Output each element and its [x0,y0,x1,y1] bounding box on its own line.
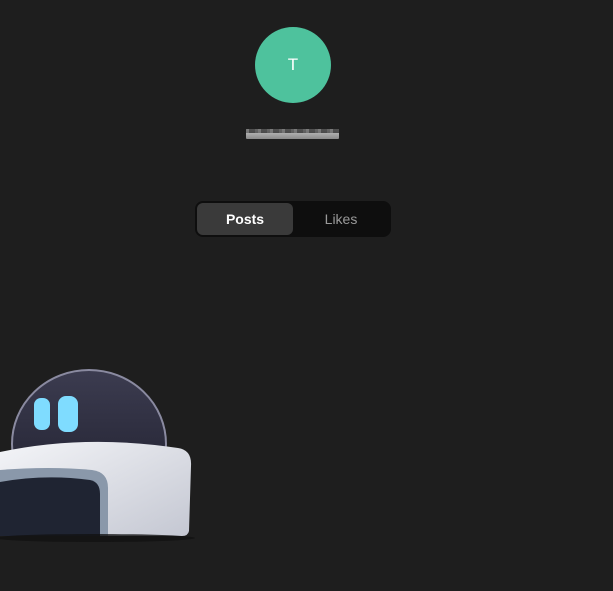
profile-page: T testuser Posts Likes [0,0,613,591]
robot-mascot-icon [0,369,195,542]
tab-posts[interactable]: Posts [197,203,293,235]
tab-likes[interactable]: Likes [293,203,389,235]
profile-username: testuser [246,129,339,139]
avatar-initial: T [287,55,299,74]
profile-tabs: Posts Likes [195,201,391,237]
avatar[interactable]: T [255,27,331,103]
